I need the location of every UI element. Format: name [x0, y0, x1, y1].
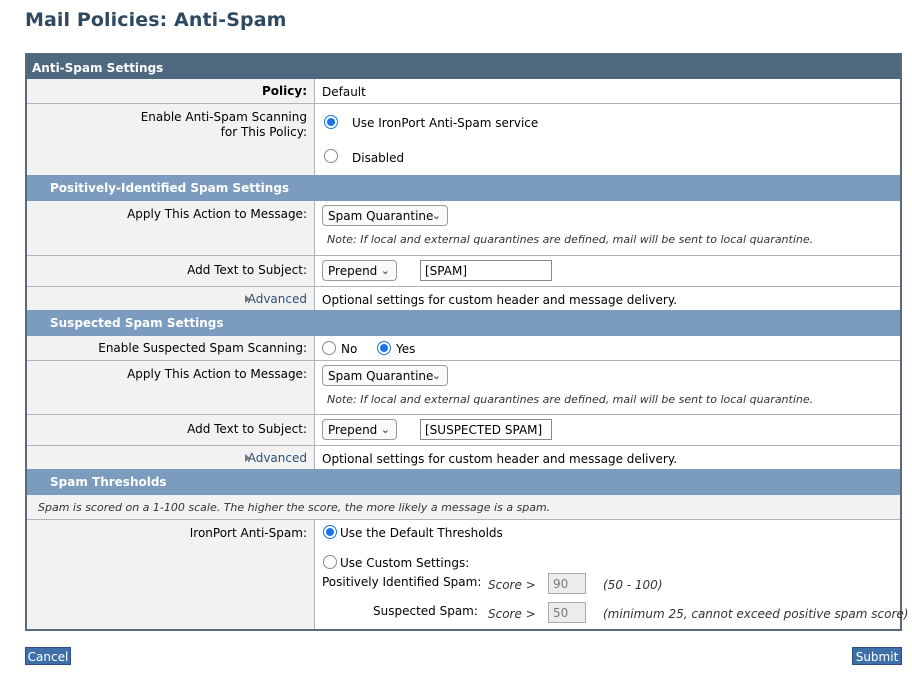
suspected-subject-text-input[interactable]: [SUSPECTED SPAM] [420, 419, 552, 440]
spam-thresholds-section-header: Spam Thresholds [27, 469, 900, 495]
positive-advanced-row: Advanced Optional settings for custom he… [27, 286, 900, 310]
suspected-action-row: Apply This Action to Message: Spam Quara… [27, 360, 900, 414]
chevron-down-icon: ⌄ [380, 264, 390, 277]
suspected-score-label: Score > [488, 607, 536, 621]
enable-scanning-label: Enable Anti-Spam Scanning for This Polic… [140, 110, 307, 139]
suspected-action-select[interactable]: Spam Quarantine ⌄ [322, 365, 448, 386]
positive-spam-section-header: Positively-Identified Spam Settings [27, 175, 900, 201]
positive-subject-text-input[interactable]: [SPAM] [420, 260, 552, 281]
radio-suspected-no[interactable] [322, 341, 336, 355]
suspected-subject-mode-select[interactable]: Prepend ⌄ [322, 419, 397, 440]
thresholds-description: Spam is scored on a 1-100 scale. The hig… [38, 501, 551, 514]
radio-custom-settings[interactable] [323, 555, 337, 569]
radio-suspected-no-label: No [341, 342, 358, 356]
radio-ironport-service-label: Use IronPort Anti-Spam service [352, 116, 539, 130]
suspected-subject-label: Add Text to Subject: [187, 422, 307, 436]
suspected-enable-row: Enable Suspected Spam Scanning: No Yes [27, 336, 900, 360]
policy-label: Policy: [262, 84, 307, 98]
submit-button[interactable]: Submit [852, 647, 902, 665]
positive-action-label: Apply This Action to Message: [127, 207, 307, 221]
radio-suspected-yes-label: Yes [396, 342, 416, 356]
radio-scanning-disabled-label: Disabled [352, 151, 405, 165]
positive-advanced-description: Optional settings for custom header and … [322, 293, 678, 307]
thresholds-description-row: Spam is scored on a 1-100 scale. The hig… [27, 495, 900, 519]
suspected-advanced-row: Advanced Optional settings for custom he… [27, 445, 900, 469]
chevron-down-icon: ⌄ [431, 209, 441, 222]
positive-score-label: Score > [488, 578, 536, 592]
anti-spam-settings-panel: Anti-Spam Settings Policy: Default Enabl… [25, 53, 908, 631]
suspected-threshold-label: Suspected Spam: [373, 604, 478, 618]
suspected-score-input[interactable]: 50 [548, 602, 586, 623]
radio-scanning-disabled[interactable] [324, 149, 338, 163]
positive-subject-row: Add Text to Subject: Prepend ⌄ [SPAM] [27, 255, 900, 286]
radio-custom-settings-label: Use Custom Settings: [340, 556, 470, 570]
positive-quarantine-note: Note: If local and external quarantines … [327, 233, 814, 246]
suspected-enable-label: Enable Suspected Spam Scanning: [98, 341, 307, 355]
positive-subject-label: Add Text to Subject: [187, 263, 307, 277]
suspected-action-label: Apply This Action to Message: [127, 367, 307, 381]
enable-scanning-row: Enable Anti-Spam Scanning for This Polic… [27, 103, 900, 175]
radio-default-thresholds[interactable] [323, 525, 337, 539]
suspected-score-range: (minimum 25, cannot exceed positive spam… [603, 607, 909, 621]
radio-default-thresholds-label: Use the Default Thresholds [340, 526, 503, 540]
chevron-down-icon: ⌄ [431, 369, 441, 382]
cancel-button[interactable]: Cancel [25, 647, 71, 665]
positive-threshold-label: Positively Identified Spam: [322, 575, 482, 589]
panel-header: Anti-Spam Settings [27, 55, 900, 79]
policy-row: Policy: Default [27, 79, 900, 103]
positive-score-range: (50 - 100) [603, 578, 663, 592]
suspected-quarantine-note: Note: If local and external quarantines … [327, 393, 814, 406]
positive-action-row: Apply This Action to Message: Spam Quara… [27, 201, 900, 255]
positive-action-select[interactable]: Spam Quarantine ⌄ [322, 205, 448, 226]
policy-value: Default [322, 85, 366, 99]
positive-score-input[interactable]: 90 [548, 573, 586, 594]
positive-subject-mode-select[interactable]: Prepend ⌄ [322, 260, 397, 281]
positive-advanced-link[interactable]: Advanced [248, 292, 307, 307]
suspected-advanced-link[interactable]: Advanced [248, 451, 307, 466]
suspected-subject-row: Add Text to Subject: Prepend ⌄ [SUSPECTE… [27, 414, 900, 445]
ironport-antispam-label: IronPort Anti-Spam: [189, 526, 307, 540]
radio-ironport-service[interactable] [324, 115, 338, 129]
radio-suspected-yes[interactable] [377, 341, 391, 355]
page-title: Mail Policies: Anti-Spam [25, 9, 287, 31]
ironport-thresholds-row: IronPort Anti-Spam: Use the Default Thre… [27, 519, 908, 629]
suspected-advanced-description: Optional settings for custom header and … [322, 452, 678, 466]
chevron-down-icon: ⌄ [380, 423, 390, 436]
suspected-spam-section-header: Suspected Spam Settings [27, 310, 900, 336]
